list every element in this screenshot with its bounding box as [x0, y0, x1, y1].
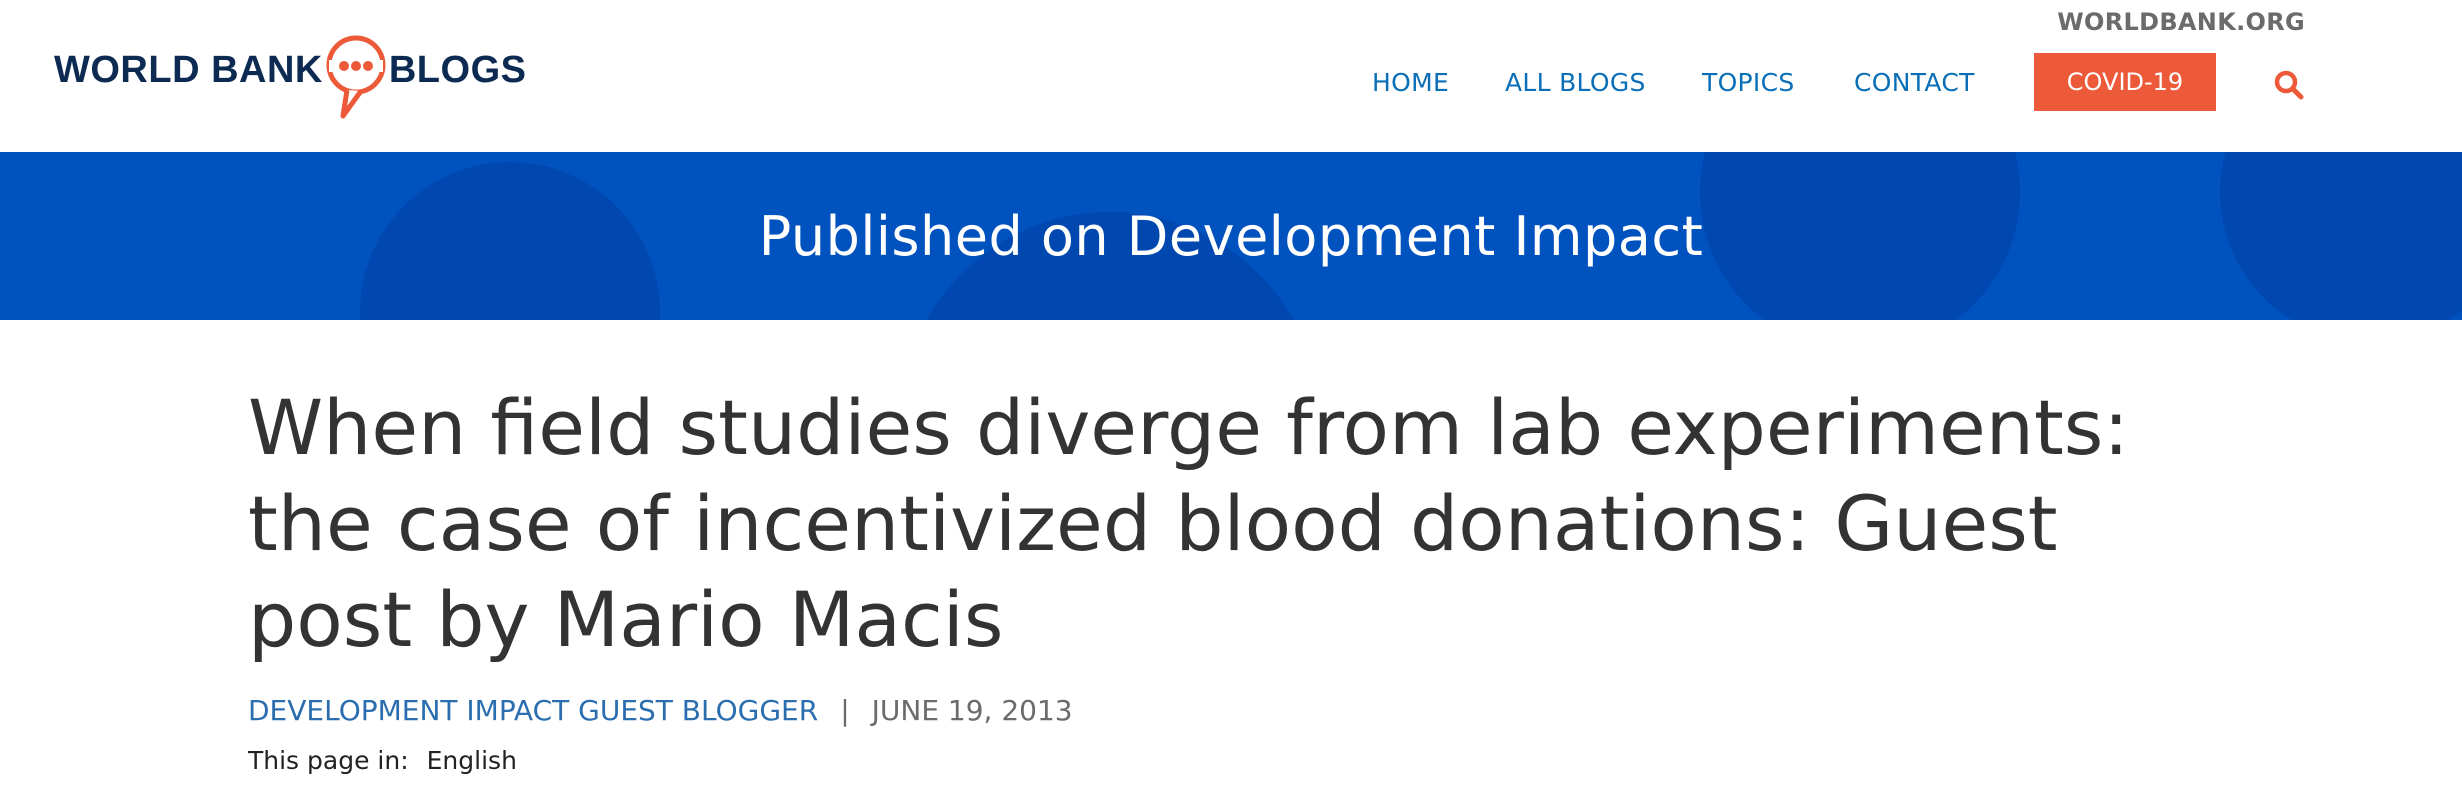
worldbank-org-link[interactable]: WORLDBANK.ORG	[2057, 8, 2305, 36]
language-label: This page in:	[248, 746, 409, 775]
site-header: WORLD BANK BLOGS WORLDBANK.ORG HOME ALL …	[0, 0, 2462, 152]
author-link[interactable]: DEVELOPMENT IMPACT GUEST BLOGGER	[248, 694, 818, 727]
main-nav: HOME ALL BLOGS TOPICS CONTACT COVID-19	[0, 52, 2462, 112]
nav-topics[interactable]: TOPICS	[1702, 68, 1795, 97]
banner-title: Published on Development Impact	[758, 204, 1704, 268]
search-icon[interactable]	[2272, 68, 2306, 102]
meta-separator: |	[840, 693, 850, 727]
publish-date: JUNE 19, 2013	[871, 693, 1073, 727]
nav-all-blogs[interactable]: ALL BLOGS	[1505, 68, 1646, 97]
article-title: When field studies diverge from lab expe…	[248, 383, 2129, 664]
blog-banner: Published on Development Impact	[0, 152, 2462, 320]
nav-contact[interactable]: CONTACT	[1854, 68, 1975, 97]
language-selector: This page in: English	[248, 746, 517, 775]
article-meta: DEVELOPMENT IMPACT GUEST BLOGGER | JUNE …	[248, 690, 1073, 730]
nav-home[interactable]: HOME	[1372, 68, 1449, 97]
covid-19-button[interactable]: COVID-19	[2034, 53, 2216, 111]
language-option-english[interactable]: English	[427, 746, 517, 775]
